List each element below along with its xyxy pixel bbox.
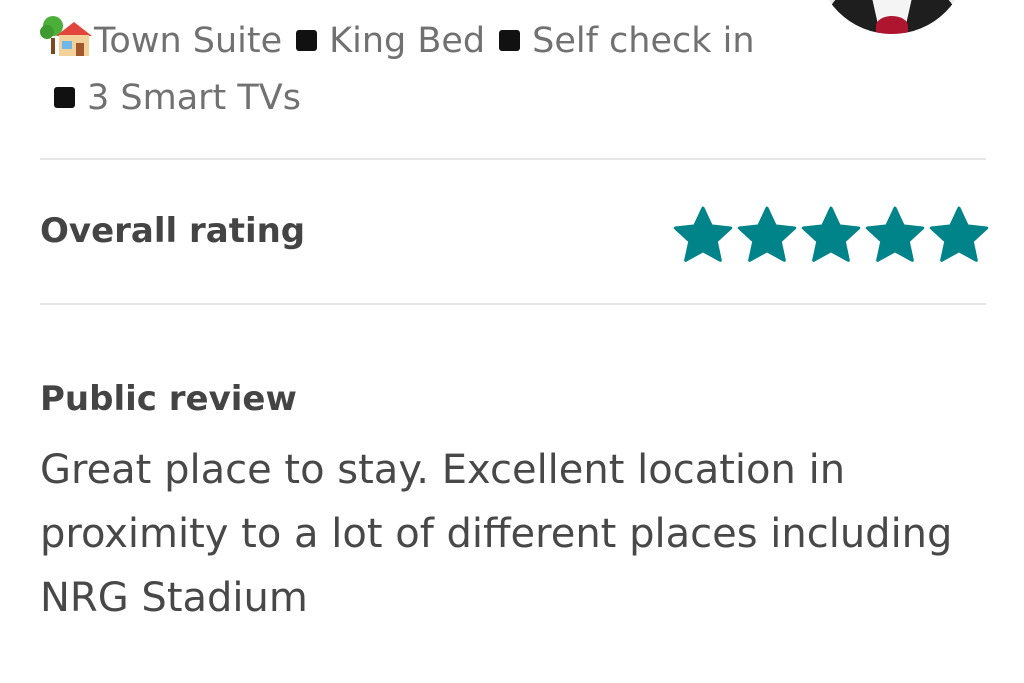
overall-rating-label: Overall rating [40,211,306,251]
black-square-icon [296,30,318,51]
host-avatar[interactable] [816,0,968,34]
public-review-text: Great place to stay. Excellent location … [40,447,953,621]
star-icon [673,206,733,262]
listing-title-fragment: , [40,0,52,5]
star-icon [865,206,925,262]
star-icon [801,206,861,262]
black-square-icon [499,30,521,51]
star-icon [929,206,989,262]
star-icon [737,206,797,262]
feature-town-suite: Town Suite [94,21,283,61]
avatar-tie-shape [876,16,908,34]
listing-title: Town Suite King Bed Self check in 3 Smart T… [40,14,780,124]
feature-self-check-in: Self check in [532,21,755,61]
divider [40,158,986,160]
divider [40,303,986,305]
black-square-icon [54,87,75,108]
feature-smart-tvs: 3 Smart TVs [87,78,301,118]
star-rating [672,204,990,266]
house-with-garden-icon [40,14,92,73]
feature-king-bed: King Bed [329,21,486,61]
public-review-label: Public review [40,379,297,419]
